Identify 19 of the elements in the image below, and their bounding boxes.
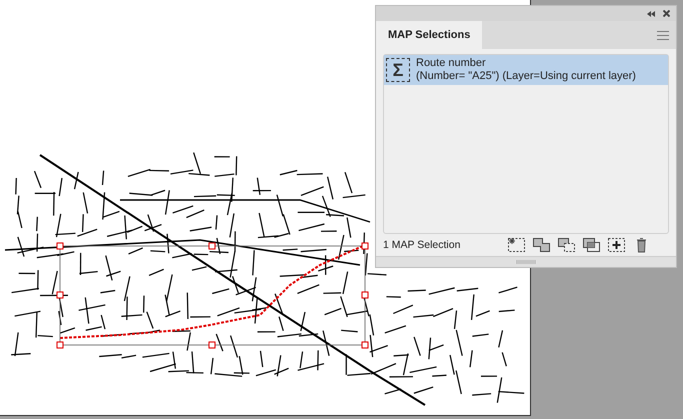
- stacked-squares-icon: [582, 236, 601, 254]
- selection-item[interactable]: Σ Route number (Number= "A25") (Layer=Using current layer): [384, 55, 668, 85]
- merged-squares-button[interactable]: [532, 236, 551, 254]
- panel-tab[interactable]: MAP Selections: [376, 21, 482, 49]
- sigma-icon: Σ: [386, 58, 410, 82]
- resize-grip-icon[interactable]: [516, 260, 536, 264]
- overlap-squares-button[interactable]: [557, 236, 576, 254]
- dashed-star-square-button[interactable]: [507, 236, 526, 254]
- plus-square-button[interactable]: [607, 236, 626, 254]
- stacked-squares-button[interactable]: [582, 236, 601, 254]
- item-detail: (Number= "A25") (Layer=Using current layer): [416, 70, 636, 83]
- dashed-star-square-icon: [507, 236, 526, 254]
- merged-squares-icon: [532, 236, 551, 254]
- close-icon[interactable]: [663, 10, 670, 17]
- menu-icon[interactable]: [657, 30, 669, 40]
- plus-square-icon: [607, 236, 626, 254]
- status-text: 1 MAP Selection: [383, 239, 460, 251]
- item-title: Route number: [416, 57, 487, 70]
- collapse-icon[interactable]: [647, 10, 655, 16]
